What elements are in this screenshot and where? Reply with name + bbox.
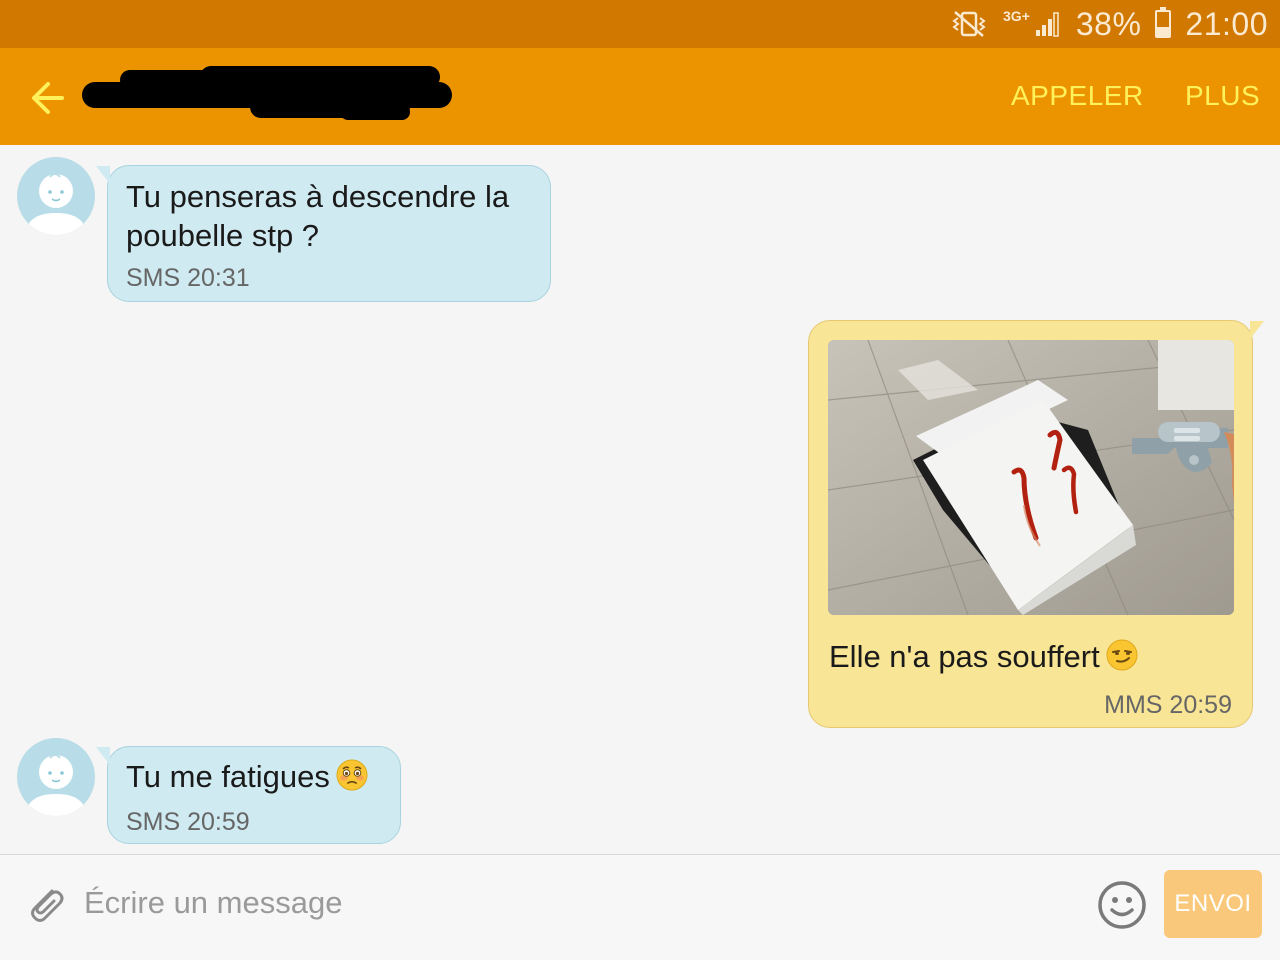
conversation[interactable]: Tu penseras à descendre la poubelle stp … <box>0 145 1280 855</box>
message-line: Tu me fatigues <box>126 759 330 794</box>
message-timestamp: SMS 20:59 <box>126 808 250 836</box>
network-3g-icon: 3G+ <box>1003 9 1030 31</box>
call-button[interactable]: APPELER <box>1011 80 1144 112</box>
composer: ENVOI <box>0 854 1280 960</box>
person-icon <box>25 173 87 235</box>
message-line: Elle n'a pas souffert <box>829 639 1100 674</box>
message-bubble-outgoing[interactable]: Elle n'a pas souffert MMS 20:59 <box>808 320 1264 728</box>
smiley-icon <box>1098 881 1146 929</box>
emoji-picker-button[interactable] <box>1096 879 1148 931</box>
battery-fill <box>1157 26 1170 36</box>
status-time: 21:00 <box>1185 5 1268 42</box>
message-line: poubelle stp ? <box>126 218 320 253</box>
person-icon <box>25 754 87 816</box>
status-bar: 3G+ 38% 21:00 <box>0 0 1280 48</box>
message-text: Elle n'a pas souffert <box>829 637 1138 676</box>
back-button[interactable] <box>26 78 70 118</box>
vibrate-mute-icon <box>949 10 989 38</box>
more-button[interactable]: PLUS <box>1185 80 1260 112</box>
arrow-left-icon <box>32 82 64 114</box>
smirking-face-emoji <box>1106 639 1138 671</box>
message-timestamp: MMS 20:59 <box>1104 691 1232 719</box>
message-input[interactable] <box>84 875 1044 931</box>
message-text: Tu me fatigues <box>126 757 368 796</box>
network-type: 3G+ <box>1003 8 1030 24</box>
mms-image[interactable] <box>828 340 1234 615</box>
message-timestamp: SMS 20:31 <box>126 264 250 292</box>
message-text: Tu penseras à descendre la poubelle stp … <box>126 177 509 255</box>
message-bubble-incoming[interactable]: Tu me fatigues SMS 20:59 <box>96 746 401 844</box>
message-line: Tu penseras à descendre la <box>126 179 510 214</box>
battery-icon <box>1155 7 1172 38</box>
contact-name-redacted <box>80 64 460 124</box>
paperclip-icon <box>31 889 64 922</box>
contact-avatar[interactable] <box>17 157 95 235</box>
battery-percentage: 38% <box>1075 5 1142 42</box>
signal-icon <box>1034 10 1062 38</box>
message-bubble-incoming[interactable]: Tu penseras à descendre la poubelle stp … <box>96 165 551 302</box>
trash-bin-photo <box>828 340 1234 615</box>
contact-avatar[interactable] <box>17 738 95 816</box>
attach-button[interactable] <box>22 881 68 927</box>
app-bar: APPELER PLUS <box>0 48 1280 145</box>
flushed-face-emoji <box>336 759 368 791</box>
send-button[interactable]: ENVOI <box>1164 870 1262 938</box>
